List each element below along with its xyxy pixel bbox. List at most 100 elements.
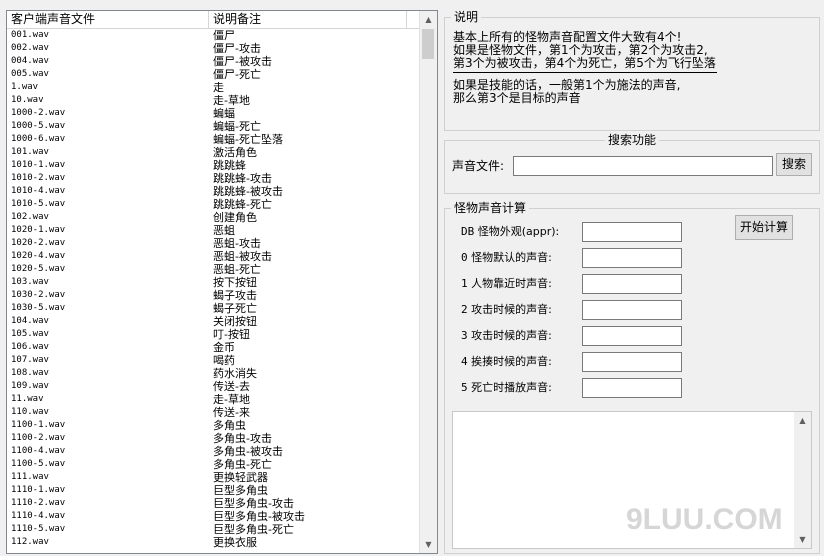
- cell-file-name: 1000-2.wav: [11, 108, 66, 118]
- cell-file-name: 106.wav: [11, 342, 49, 352]
- list-row[interactable]: 1010-5.wav 跳跳蜂-死亡: [7, 198, 420, 211]
- cell-file-name: 001.wav: [11, 30, 49, 40]
- cell-file-name: 1.wav: [11, 82, 39, 92]
- list-row[interactable]: 104.wav 关闭按钮: [7, 315, 420, 328]
- calc-field-input[interactable]: [582, 222, 682, 242]
- list-row[interactable]: 106.wav 金币: [7, 341, 420, 354]
- scroll-thumb[interactable]: [422, 29, 434, 59]
- list-row[interactable]: 101.wav 激活角色: [7, 146, 420, 159]
- list-row[interactable]: 1110-1.wav 巨型多角虫: [7, 484, 420, 497]
- search-input[interactable]: [513, 156, 773, 176]
- list-vertical-scrollbar[interactable]: ▲ ▼: [419, 11, 437, 553]
- list-row[interactable]: 005.wav 僵尸-死亡: [7, 68, 420, 81]
- list-row[interactable]: 105.wav 叮-按钮: [7, 328, 420, 341]
- calc-field-input[interactable]: [582, 352, 682, 372]
- cell-file-name: 107.wav: [11, 355, 49, 365]
- cell-file-name: 1110-5.wav: [11, 524, 66, 534]
- cell-note: 巨型多角虫-死亡: [213, 523, 294, 536]
- list-row[interactable]: 1020-1.wav 恶蛆: [7, 224, 420, 237]
- cell-note: 恶蛆-被攻击: [213, 250, 272, 263]
- cell-note: 多角虫-攻击: [213, 432, 272, 445]
- cell-file-name: 101.wav: [11, 147, 49, 157]
- memo-scroll-down-icon[interactable]: ▼: [794, 531, 811, 548]
- cell-note: 创建角色: [213, 211, 257, 224]
- list-row[interactable]: 1100-2.wav 多角虫-攻击: [7, 432, 420, 445]
- calc-field-input[interactable]: [582, 274, 682, 294]
- cell-file-name: 1100-5.wav: [11, 459, 66, 469]
- column-header-note[interactable]: 说明备注: [209, 11, 407, 28]
- cell-file-name: 1110-1.wav: [11, 485, 66, 495]
- list-row[interactable]: 1010-4.wav 跳跳蜂-被攻击: [7, 185, 420, 198]
- list-row[interactable]: 1100-1.wav 多角虫: [7, 419, 420, 432]
- list-row[interactable]: 1100-4.wav 多角虫-被攻击: [7, 445, 420, 458]
- cell-note: 药水消失: [213, 367, 257, 380]
- list-row[interactable]: 1110-5.wav 巨型多角虫-死亡: [7, 523, 420, 536]
- list-row[interactable]: 1020-4.wav 恶蛆-被攻击: [7, 250, 420, 263]
- scroll-down-icon[interactable]: ▼: [420, 536, 437, 553]
- calc-field-input[interactable]: [582, 326, 682, 346]
- cell-note: 蝙蝠-死亡: [213, 120, 261, 133]
- list-row[interactable]: 002.wav 僵尸-攻击: [7, 42, 420, 55]
- list-row[interactable]: 1020-5.wav 恶蛆-死亡: [7, 263, 420, 276]
- cell-file-name: 105.wav: [11, 329, 49, 339]
- calc-field-text: 怪物外观(appr):: [477, 225, 560, 238]
- list-row[interactable]: 001.wav 僵尸: [7, 29, 420, 42]
- cell-note: 多角虫-死亡: [213, 458, 272, 471]
- calc-field-index: 5: [461, 381, 468, 394]
- list-row[interactable]: 110.wav 传送-来: [7, 406, 420, 419]
- list-row[interactable]: 108.wav 药水消失: [7, 367, 420, 380]
- list-row[interactable]: 10.wav 走-草地: [7, 94, 420, 107]
- cell-file-name: 1010-1.wav: [11, 160, 66, 170]
- cell-note: 僵尸-死亡: [213, 68, 261, 81]
- calc-legend: 怪物声音计算: [451, 201, 530, 215]
- calc-field-input[interactable]: [582, 248, 682, 268]
- list-row[interactable]: 1110-4.wav 巨型多角虫-被攻击: [7, 510, 420, 523]
- search-button[interactable]: 搜索: [776, 153, 812, 176]
- list-row[interactable]: 1000-5.wav 蝙蝠-死亡: [7, 120, 420, 133]
- calc-field-index: 0: [461, 251, 468, 264]
- list-row[interactable]: 111.wav 更换轻武器: [7, 471, 420, 484]
- sound-file-list[interactable]: 客户端声音文件 说明备注 001.wav 僵尸 002.wav 僵尸-攻击 004.wa…: [6, 10, 438, 554]
- list-row[interactable]: 1000-2.wav 蝙蝠: [7, 107, 420, 120]
- calc-field-text: 攻击时候的声音:: [471, 329, 552, 342]
- cell-note: 巨型多角虫: [213, 484, 268, 497]
- list-row[interactable]: 1110-2.wav 巨型多角虫-攻击: [7, 497, 420, 510]
- list-row[interactable]: 1010-1.wav 跳跳蜂: [7, 159, 420, 172]
- list-row[interactable]: 103.wav 按下按钮: [7, 276, 420, 289]
- cell-file-name: 104.wav: [11, 316, 49, 326]
- list-row[interactable]: 1100-5.wav 多角虫-死亡: [7, 458, 420, 471]
- list-row[interactable]: 107.wav 喝药: [7, 354, 420, 367]
- start-calc-button[interactable]: 开始计算: [735, 215, 793, 240]
- cell-file-name: 1010-2.wav: [11, 173, 66, 183]
- list-row[interactable]: 11.wav 走-草地: [7, 393, 420, 406]
- column-header-file[interactable]: 客户端声音文件: [7, 11, 209, 28]
- cell-file-name: 002.wav: [11, 43, 49, 53]
- info-divider: [453, 72, 717, 73]
- calc-field-input[interactable]: [582, 300, 682, 320]
- calc-field-index: 2: [461, 303, 468, 316]
- list-row[interactable]: 112.wav 更换衣服: [7, 536, 420, 549]
- list-row[interactable]: 1010-2.wav 跳跳蜂-攻击: [7, 172, 420, 185]
- calc-field-label: 1 人物靠近时声音:: [461, 277, 552, 291]
- list-row[interactable]: 1030-5.wav 蝎子死亡: [7, 302, 420, 315]
- list-row[interactable]: 1030-2.wav 蝎子攻击: [7, 289, 420, 302]
- list-row[interactable]: 1000-6.wav 蝙蝠-死亡坠落: [7, 133, 420, 146]
- scroll-up-icon[interactable]: ▲: [420, 11, 437, 28]
- cell-file-name: 005.wav: [11, 69, 49, 79]
- calc-field-text: 挨揍时候的声音:: [471, 355, 552, 368]
- list-row[interactable]: 109.wav 传送-去: [7, 380, 420, 393]
- list-row[interactable]: 004.wav 僵尸-被攻击: [7, 55, 420, 68]
- calc-field-text: 攻击时候的声音:: [471, 303, 552, 316]
- cell-note: 巨型多角虫-被攻击: [213, 510, 305, 523]
- calc-field-input[interactable]: [582, 378, 682, 398]
- memo-vertical-scrollbar[interactable]: ▲ ▼: [794, 412, 811, 548]
- list-row[interactable]: 1.wav 走: [7, 81, 420, 94]
- memo-scroll-up-icon[interactable]: ▲: [794, 412, 811, 429]
- cell-note: 恶蛆-攻击: [213, 237, 261, 250]
- cell-file-name: 1010-5.wav: [11, 199, 66, 209]
- list-row[interactable]: 102.wav 创建角色: [7, 211, 420, 224]
- cell-file-name: 1100-4.wav: [11, 446, 66, 456]
- calc-field-text: 人物靠近时声音:: [471, 277, 552, 290]
- cell-file-name: 112.wav: [11, 537, 49, 547]
- list-row[interactable]: 1020-2.wav 恶蛆-攻击: [7, 237, 420, 250]
